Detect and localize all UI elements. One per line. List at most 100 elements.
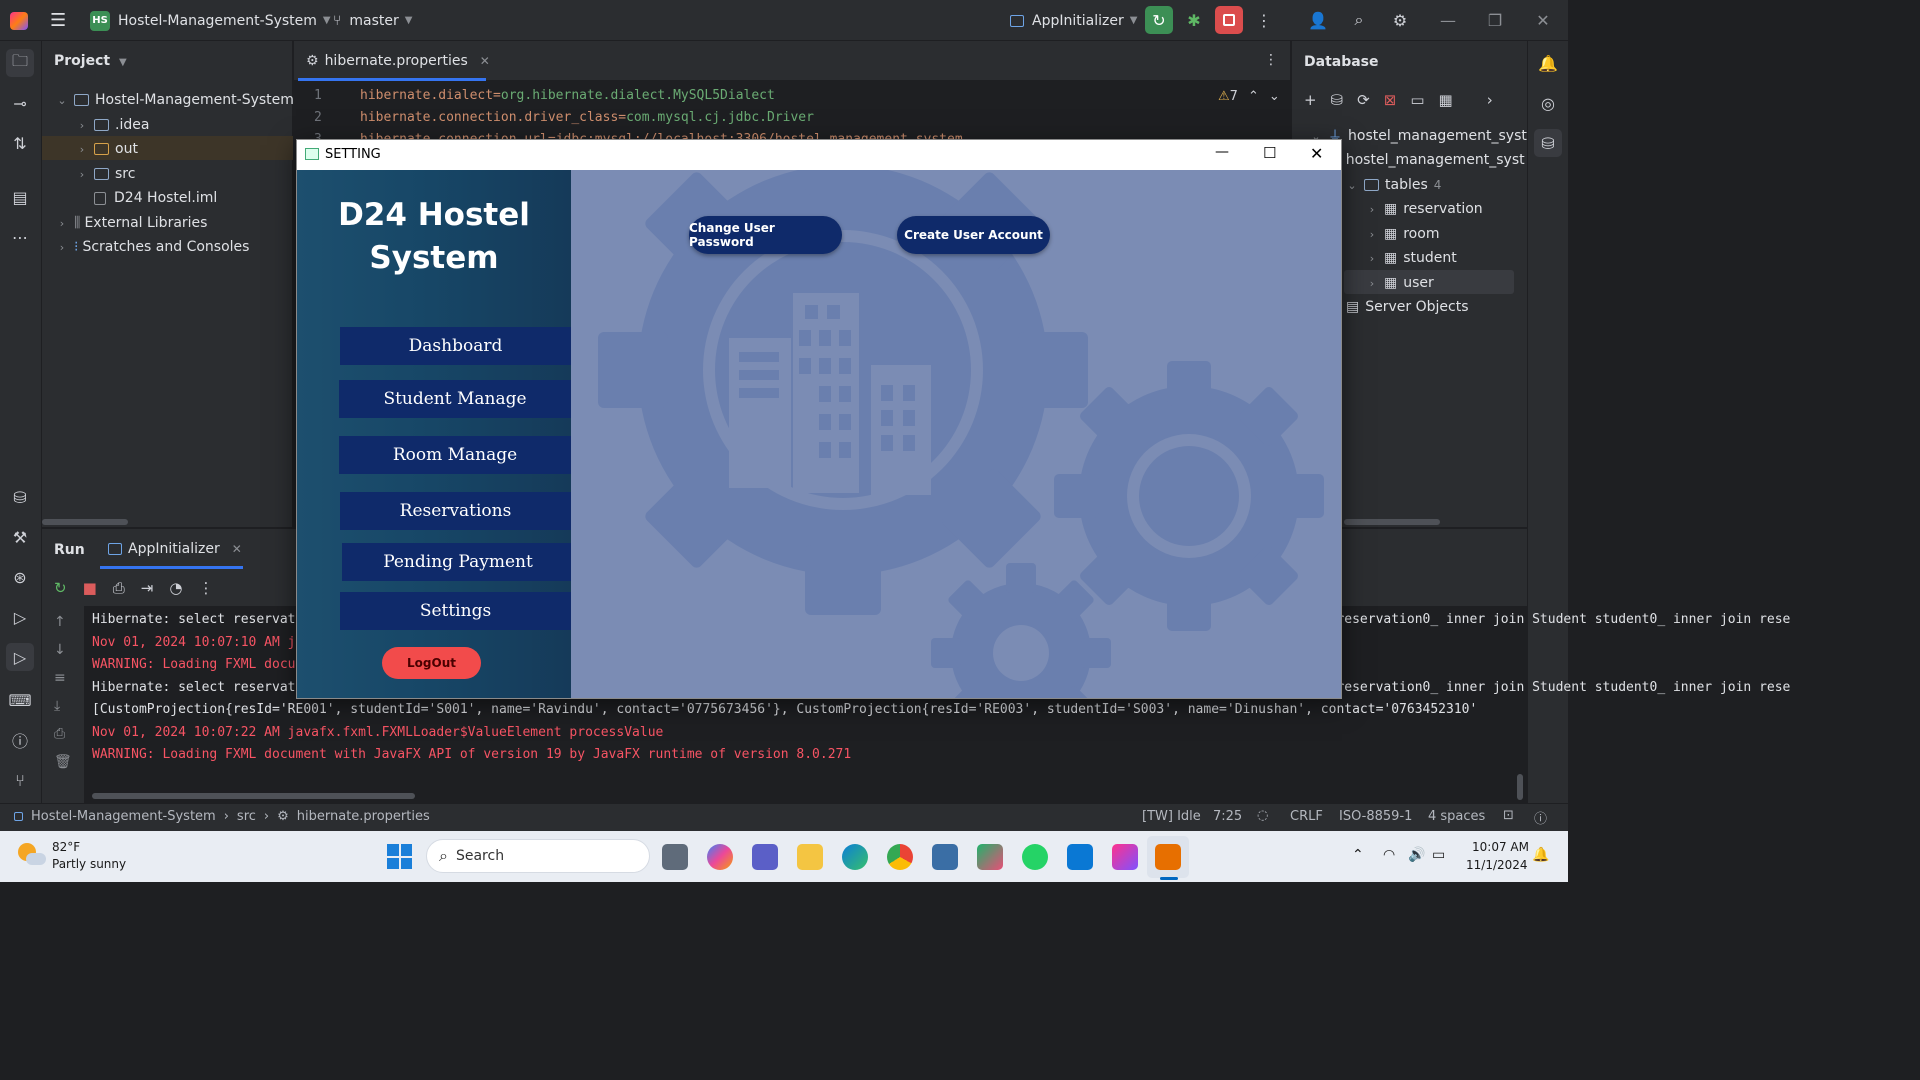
app-icon[interactable]: [977, 844, 1003, 870]
windows-start-icon[interactable]: [387, 844, 412, 869]
data-source-icon[interactable]: ⛁: [1331, 91, 1344, 109]
project-switcher[interactable]: HS Hostel-Management-System ▼: [90, 0, 331, 41]
vertical-scrollbar[interactable]: [1517, 774, 1523, 800]
nav-reservations-button[interactable]: Reservations: [340, 492, 571, 530]
tabnine-status[interactable]: [TW] Idle: [1142, 809, 1201, 824]
edge-icon[interactable]: [842, 844, 868, 870]
close-tab-icon[interactable]: ✕: [232, 542, 242, 556]
nav-dashboard-button[interactable]: Dashboard: [340, 327, 571, 365]
info-icon[interactable]: ⓘ: [1534, 808, 1547, 827]
inspection-widget[interactable]: ⚠7 ⌃ ⌄: [1218, 89, 1280, 104]
copilot-icon[interactable]: [707, 844, 733, 870]
tab-options-icon[interactable]: ⋮: [1264, 52, 1278, 68]
logout-button[interactable]: LogOut: [382, 647, 481, 679]
rerun-icon[interactable]: ↻: [1145, 6, 1173, 34]
nav-settings-button[interactable]: Settings: [340, 592, 571, 630]
problems-icon[interactable]: ⓘ: [6, 726, 34, 754]
debug-tool-icon[interactable]: ▷: [6, 603, 34, 631]
db-tree-connection[interactable]: ⌄ ⏚ hostel_management_system: [1308, 124, 1549, 148]
scroll-to-end-icon[interactable]: ⤓: [54, 698, 72, 714]
clock-date[interactable]: 11/1/2024: [1466, 858, 1528, 872]
horizontal-scrollbar[interactable]: [42, 519, 128, 525]
caret-position[interactable]: 7:25: [1213, 809, 1242, 824]
db-tree-table-user[interactable]: › ▦ user: [1364, 271, 1434, 295]
file-explorer-icon[interactable]: [797, 844, 823, 870]
indent-setting[interactable]: 4 spaces: [1428, 809, 1485, 824]
disconnect-icon[interactable]: ⊠: [1384, 91, 1397, 109]
teams-icon[interactable]: [752, 844, 778, 870]
camera-icon[interactable]: ⎙: [113, 579, 125, 597]
tree-item-idea[interactable]: › .idea: [74, 113, 150, 137]
add-user-icon[interactable]: 👤: [1304, 6, 1332, 34]
photos-icon[interactable]: [932, 844, 958, 870]
close-icon[interactable]: ✕: [1529, 6, 1557, 34]
more-options-icon[interactable]: ⋮: [1250, 6, 1278, 34]
clock-time[interactable]: 10:07 AM: [1472, 840, 1529, 854]
commit-icon[interactable]: ⊸: [6, 89, 34, 117]
lock-icon[interactable]: ⊡: [1503, 808, 1514, 823]
tree-item-out[interactable]: › out: [74, 137, 138, 161]
run-config-selector[interactable]: AppInitializer ▼: [1010, 0, 1137, 41]
git-icon[interactable]: ⑂: [6, 766, 34, 794]
nav-room-manage-button[interactable]: Room Manage: [339, 436, 571, 474]
wifi-icon[interactable]: ◠: [1383, 847, 1395, 863]
task-view-icon[interactable]: [662, 844, 688, 870]
chevron-right-icon[interactable]: ›: [1487, 91, 1493, 109]
run-tool-icon[interactable]: ▷: [6, 643, 34, 671]
add-icon[interactable]: +: [1304, 91, 1317, 109]
weather-icon[interactable]: [18, 843, 46, 869]
db-tree-table-room[interactable]: › ▦ room: [1364, 222, 1440, 246]
db-tree-table-reservation[interactable]: › ▦ reservation: [1364, 197, 1483, 221]
inspection-eye-icon[interactable]: ◌: [1257, 808, 1268, 823]
breadcrumb-item[interactable]: src: [237, 809, 256, 824]
db-tree-tables[interactable]: ⌄ tables 4: [1344, 173, 1441, 197]
java-icon[interactable]: [1155, 844, 1181, 870]
database-tool-icon[interactable]: ⛁: [1534, 129, 1562, 157]
more-options-icon[interactable]: ⋮: [198, 579, 213, 597]
arrow-down-icon[interactable]: ↓: [54, 642, 72, 658]
tree-item-project-root[interactable]: ⌄ Hostel-Management-System [D: [54, 88, 314, 112]
restore-icon[interactable]: ❐: [1481, 6, 1509, 34]
more-tools-icon[interactable]: ⋯: [6, 223, 34, 251]
notifications-icon[interactable]: 🔔: [1534, 49, 1562, 77]
code-area[interactable]: 1 hibernate.dialect=org.hibernate.dialec…: [294, 82, 1290, 139]
chevron-up-icon[interactable]: ⌃: [1352, 847, 1364, 863]
refresh-icon[interactable]: ⟳: [1357, 91, 1370, 109]
horizontal-scrollbar[interactable]: [92, 793, 415, 799]
close-tab-icon[interactable]: ✕: [480, 54, 490, 68]
exit-icon[interactable]: ⇥: [141, 579, 154, 597]
stop-icon[interactable]: ■: [83, 579, 97, 597]
breadcrumb-item[interactable]: hibernate.properties: [297, 809, 430, 824]
notification-bell-icon[interactable]: 🔔: [1532, 847, 1549, 863]
tree-item-scratches[interactable]: › ⁝ Scratches and Consoles: [54, 235, 250, 259]
console-icon[interactable]: ▭: [1410, 91, 1424, 109]
horizontal-scrollbar[interactable]: [1344, 519, 1440, 525]
table-view-icon[interactable]: ▦: [1439, 91, 1453, 109]
file-encoding[interactable]: ISO-8859-1: [1339, 809, 1412, 824]
database-icon[interactable]: ⛁: [6, 483, 34, 511]
branch-switcher[interactable]: ⑂ master ▼: [333, 0, 412, 41]
db-tree-server-objects[interactable]: ▤ Server Objects: [1346, 295, 1468, 319]
ai-assistant-icon[interactable]: ◎: [1534, 89, 1562, 117]
terminal-icon[interactable]: ⌨: [6, 686, 34, 714]
pull-requests-icon[interactable]: ⇅: [6, 129, 34, 157]
tree-item-src[interactable]: › src: [74, 162, 136, 186]
minimize-icon[interactable]: —: [1215, 144, 1229, 160]
debug-icon[interactable]: ✱: [1180, 6, 1208, 34]
structure-icon[interactable]: ▤: [6, 183, 34, 211]
weather-desc[interactable]: Partly sunny: [52, 857, 126, 871]
change-user-password-button[interactable]: Change User Password: [689, 216, 842, 254]
nav-student-manage-button[interactable]: Student Manage: [339, 380, 571, 418]
line-separator[interactable]: CRLF: [1290, 809, 1323, 824]
create-user-account-button[interactable]: Create User Account: [897, 216, 1050, 254]
ide-logo-icon[interactable]: [10, 0, 28, 41]
whatsapp-icon[interactable]: [1022, 844, 1048, 870]
vscode-icon[interactable]: [1067, 844, 1093, 870]
trash-icon[interactable]: 🗑: [54, 754, 72, 770]
nav-pending-payment-button[interactable]: Pending Payment: [342, 543, 574, 581]
chevron-down-icon[interactable]: ⌄: [1269, 89, 1280, 104]
rerun-icon[interactable]: ↻: [54, 579, 67, 597]
run-tab-appinitializer[interactable]: AppInitializer ✕: [108, 541, 242, 557]
battery-icon[interactable]: ▭: [1432, 847, 1445, 863]
build-icon[interactable]: ⚒: [6, 523, 34, 551]
